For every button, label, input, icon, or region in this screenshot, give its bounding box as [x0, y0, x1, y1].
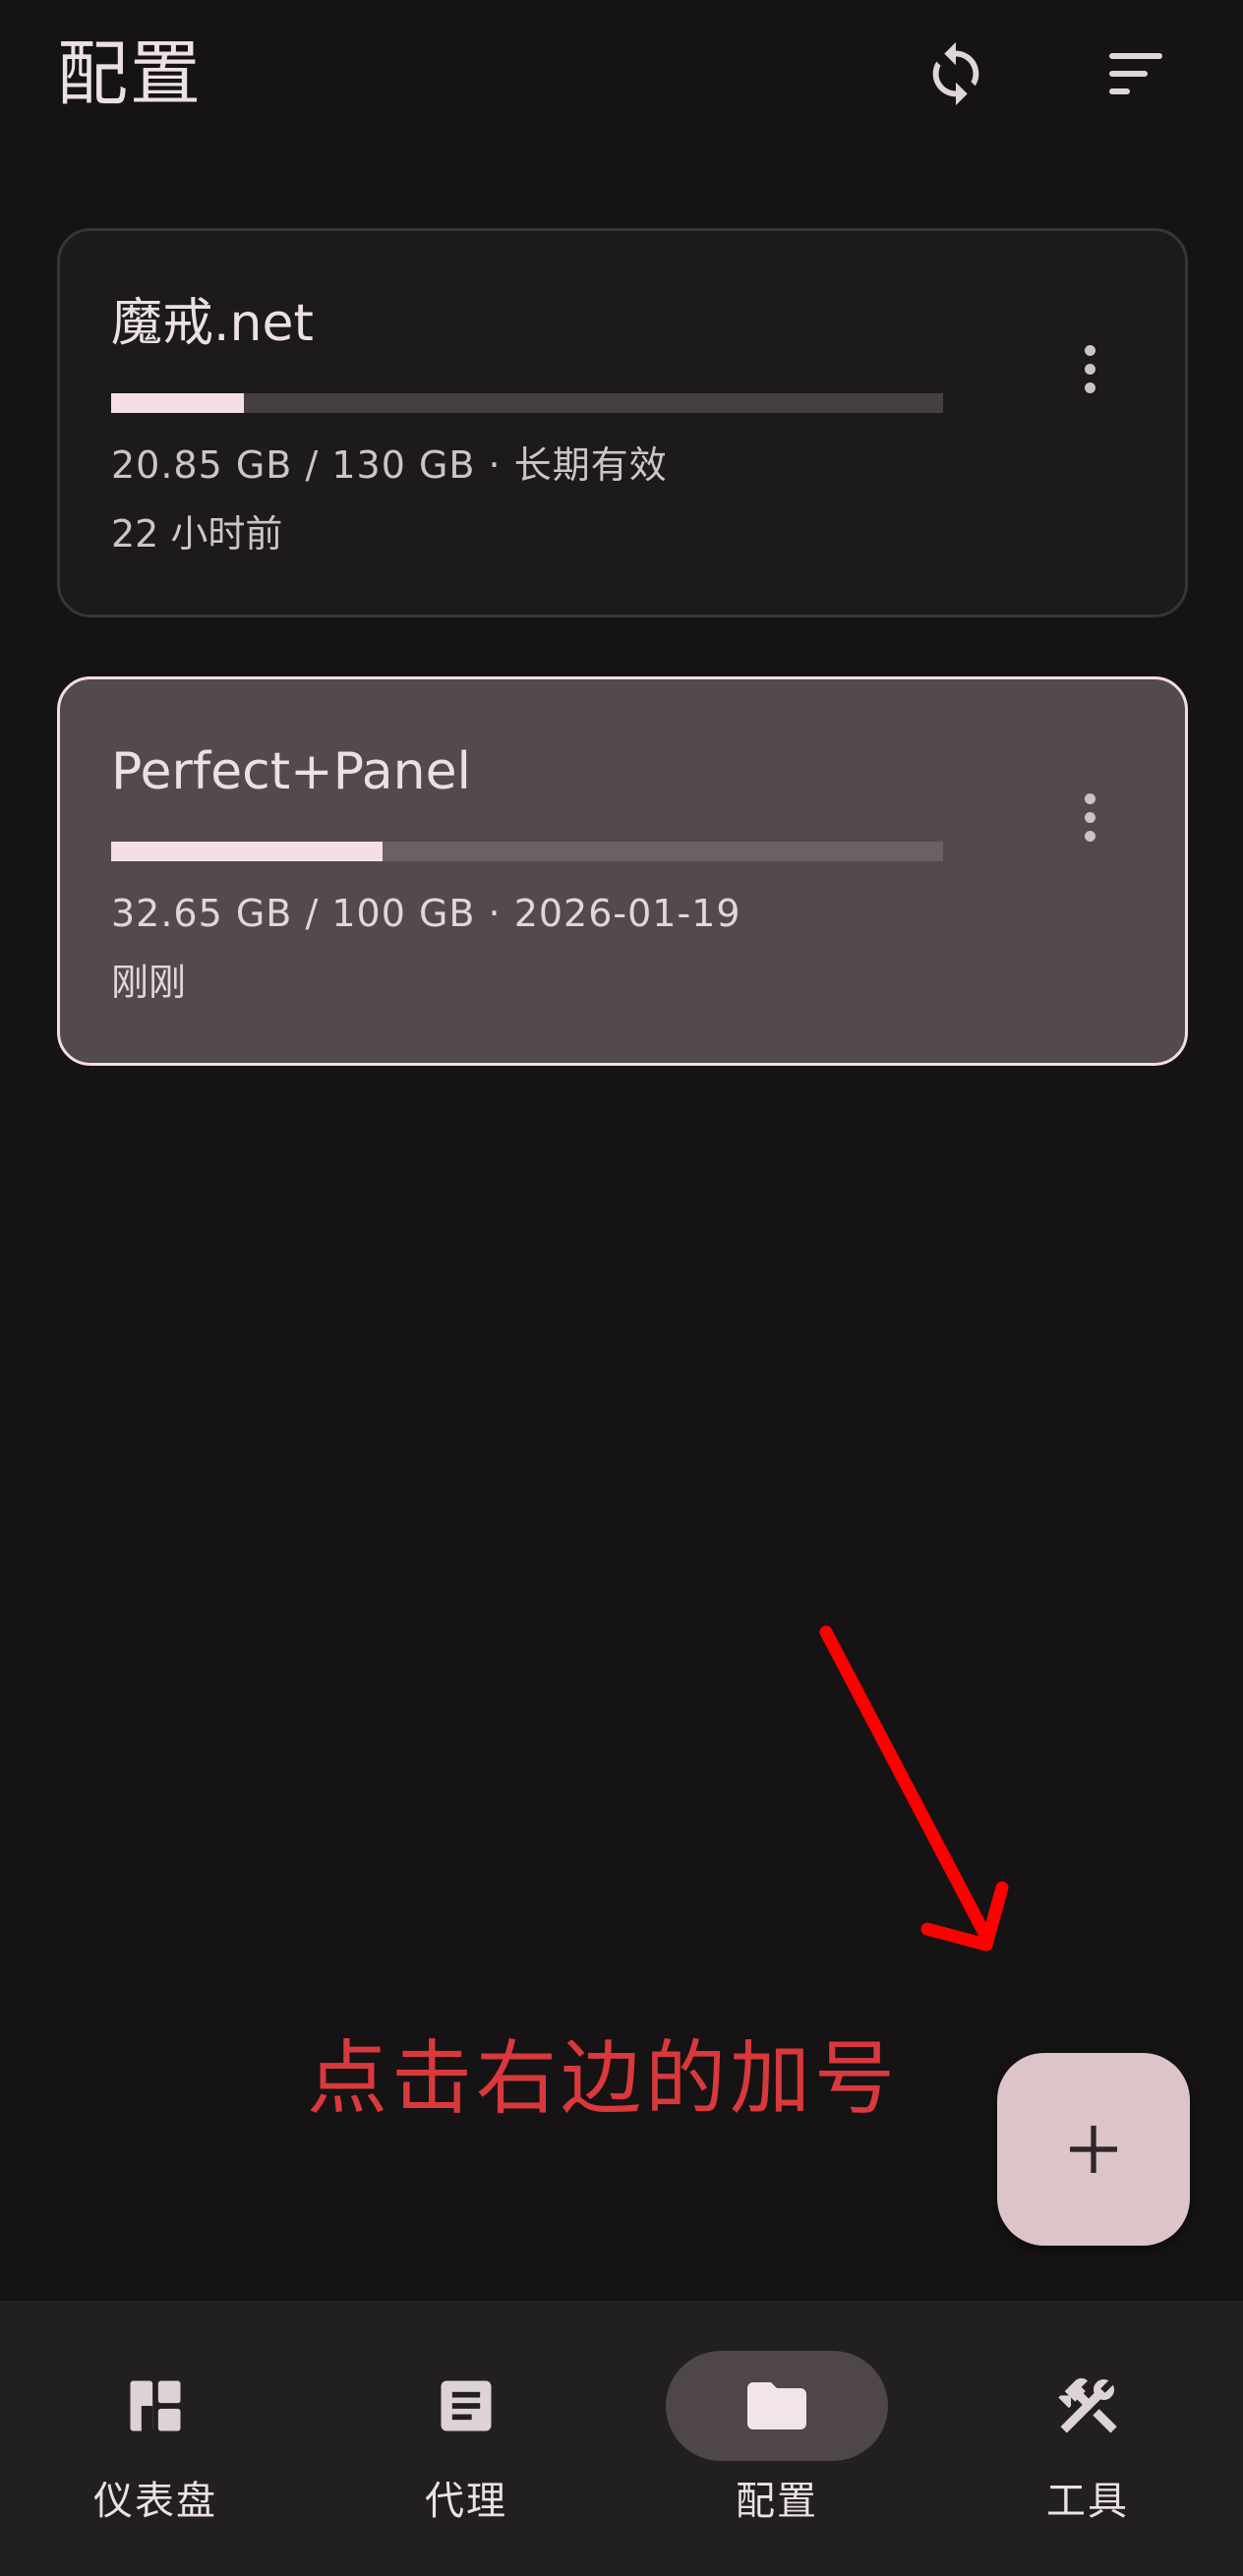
add-profile-button[interactable]	[997, 2053, 1190, 2246]
nav-item-proxy[interactable]: 代理	[311, 2301, 622, 2576]
updated-time: 22 小时前	[111, 512, 283, 556]
nav-item-profiles[interactable]: 配置	[622, 2301, 932, 2576]
nav-indicator	[44, 2351, 266, 2461]
usage-text: 20.85 GB / 130 GB · 长期有效	[111, 443, 668, 487]
profile-more-button[interactable]	[1073, 778, 1106, 856]
more-vert-icon	[1084, 344, 1095, 356]
updated-time: 刚刚	[111, 961, 187, 1004]
more-vert-icon-dot	[1084, 363, 1095, 375]
sync-icon	[932, 41, 979, 106]
profile-card-selected[interactable]: Perfect+Panel 32.65 GB / 100 GB · 2026-0…	[57, 676, 1188, 1066]
more-vert-icon-dot	[1084, 830, 1095, 842]
dashboard-icon	[130, 2380, 181, 2431]
more-vert-icon-dot	[1084, 381, 1095, 393]
nav-indicator-active	[666, 2351, 888, 2461]
profile-more-button[interactable]	[1073, 329, 1106, 408]
nav-indicator	[355, 2351, 577, 2461]
article-icon	[441, 2380, 492, 2431]
usage-text: 32.65 GB / 100 GB · 2026-01-19	[111, 892, 741, 935]
nav-label: 配置	[736, 2479, 818, 2524]
nav-indicator	[977, 2351, 1199, 2461]
nav-label: 仪表盘	[93, 2479, 217, 2524]
tools-icon	[1058, 2377, 1117, 2433]
folder-icon	[747, 2382, 806, 2430]
more-vert-icon	[1084, 792, 1095, 804]
nav-label: 工具	[1046, 2479, 1129, 2524]
sort-button[interactable]	[1092, 29, 1180, 118]
nav-item-dashboard[interactable]: 仪表盘	[0, 2301, 311, 2576]
more-vert-icon-dot	[1084, 811, 1095, 823]
nav-item-tools[interactable]: 工具	[932, 2301, 1243, 2576]
profile-name: Perfect+Panel	[111, 742, 472, 801]
usage-progress-bar	[111, 842, 943, 861]
bottom-navigation: 仪表盘 代理 配置 工具	[0, 2301, 1243, 2576]
page-title: 配置	[57, 32, 204, 115]
usage-progress-fill	[111, 393, 245, 413]
plus-icon	[1070, 2126, 1117, 2173]
sort-icon	[1109, 53, 1162, 94]
annotation-text: 点击右边的加号	[307, 2032, 900, 2126]
sync-button[interactable]	[912, 29, 1000, 118]
usage-progress-bar	[111, 393, 943, 413]
top-app-bar: 配置	[0, 0, 1243, 157]
usage-progress-fill	[111, 842, 384, 861]
profile-name: 魔戒.net	[111, 294, 314, 353]
nav-label: 代理	[425, 2479, 507, 2524]
profile-card[interactable]: 魔戒.net 20.85 GB / 130 GB · 长期有效 22 小时前	[57, 228, 1188, 617]
